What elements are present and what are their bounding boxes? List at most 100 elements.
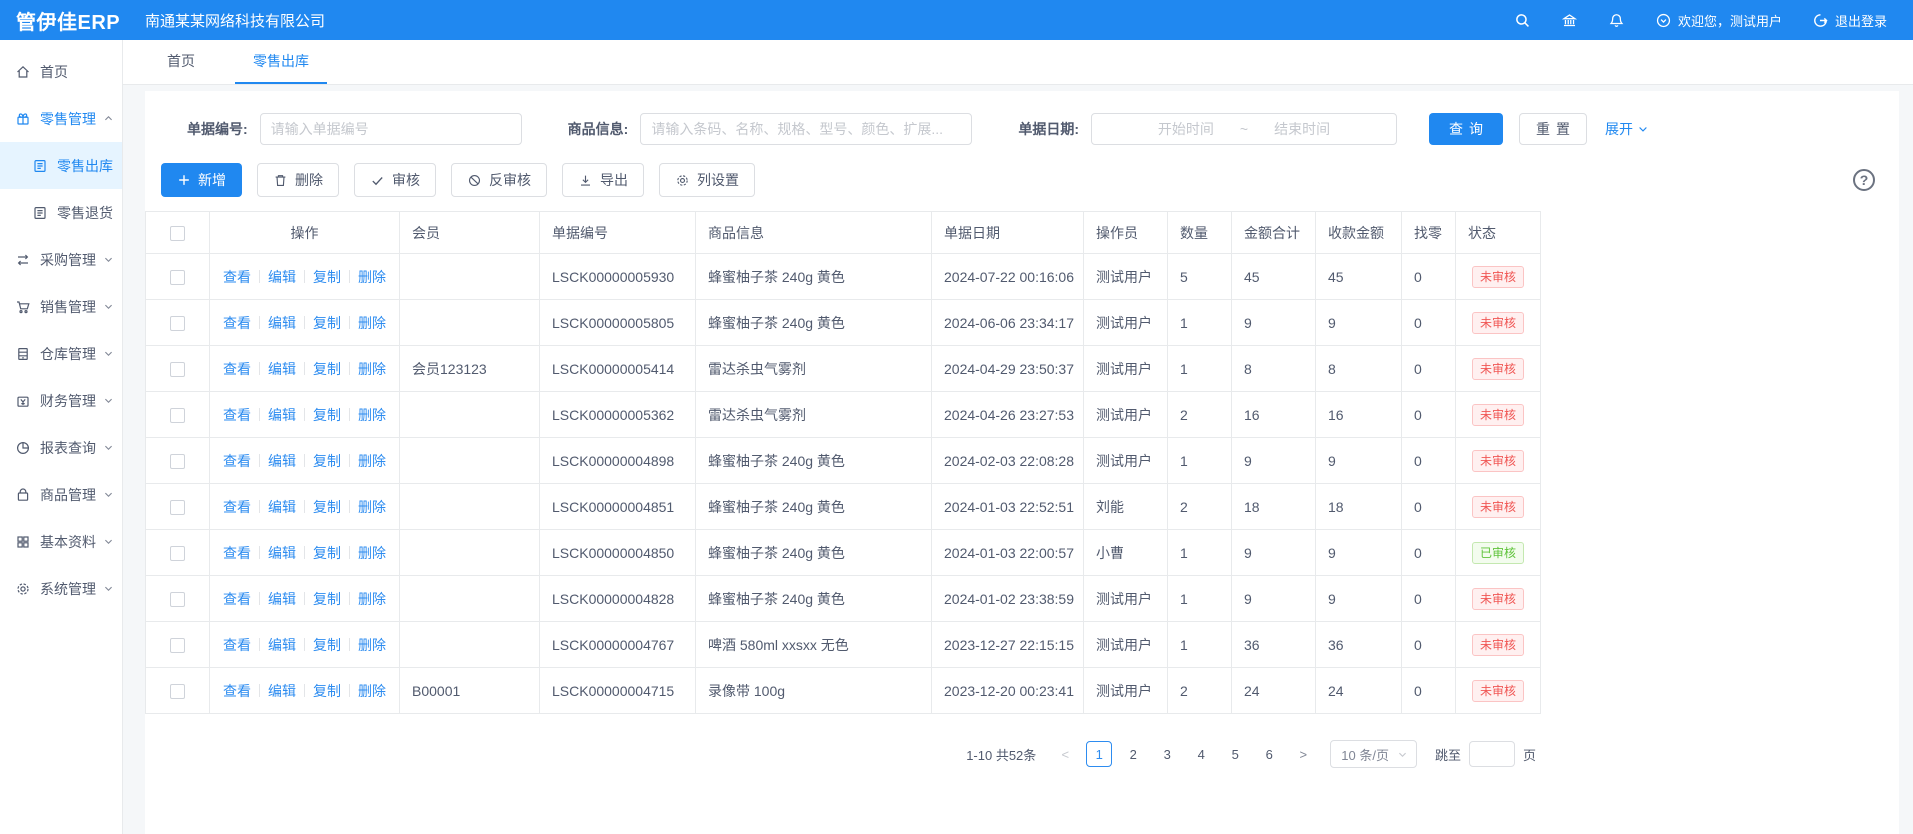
prev-page-button[interactable]: < [1052, 741, 1078, 767]
bell-icon[interactable] [1608, 12, 1625, 29]
unaudit-button[interactable]: 反审核 [451, 163, 547, 197]
delete-link[interactable]: 删除 [358, 589, 386, 609]
view-link[interactable]: 查看 [223, 681, 251, 701]
export-button[interactable]: 导出 [562, 163, 644, 197]
sidebar-item-finance-7[interactable]: 财务管理 [0, 377, 122, 424]
edit-link[interactable]: 编辑 [268, 681, 296, 701]
sidebar-item-swap-4[interactable]: 采购管理 [0, 236, 122, 283]
jump-page-input[interactable] [1469, 741, 1515, 767]
page-button-1[interactable]: 1 [1086, 741, 1112, 767]
chevron-down-icon [103, 442, 114, 453]
sidebar-item-home-0[interactable]: 首页 [0, 48, 122, 95]
swap-icon [15, 252, 31, 268]
edit-link[interactable]: 编辑 [268, 497, 296, 517]
sidebar-item-chart-8[interactable]: 报表查询 [0, 424, 122, 471]
sidebar-item-retail-1[interactable]: 零售管理 [0, 95, 122, 142]
reset-button[interactable]: 重置 [1519, 113, 1587, 145]
edit-link[interactable]: 编辑 [268, 313, 296, 333]
column-settings-button[interactable]: 列设置 [659, 163, 755, 197]
delete-link[interactable]: 删除 [358, 543, 386, 563]
row-checkbox[interactable] [170, 316, 185, 331]
bill-no-input[interactable] [260, 113, 522, 145]
view-link[interactable]: 查看 [223, 267, 251, 287]
date-cell: 2024-01-03 22:52:51 [932, 484, 1084, 530]
add-button[interactable]: 新增 [161, 163, 242, 197]
copy-link[interactable]: 复制 [313, 405, 341, 425]
search-icon[interactable] [1514, 12, 1531, 29]
row-checkbox[interactable] [170, 500, 185, 515]
page-button-5[interactable]: 5 [1222, 741, 1248, 767]
page-button-2[interactable]: 2 [1120, 741, 1146, 767]
delete-link[interactable]: 删除 [358, 681, 386, 701]
sidebar-item-cart-5[interactable]: 销售管理 [0, 283, 122, 330]
received-cell: 18 [1316, 484, 1402, 530]
view-link[interactable]: 查看 [223, 405, 251, 425]
edit-link[interactable]: 编辑 [268, 543, 296, 563]
help-icon[interactable]: ? [1853, 169, 1875, 191]
tab-0[interactable]: 首页 [149, 40, 213, 84]
sidebar-item-doc-2[interactable]: 零售出库 [0, 142, 122, 189]
row-checkbox[interactable] [170, 454, 185, 469]
row-checkbox[interactable] [170, 684, 185, 699]
view-link[interactable]: 查看 [223, 451, 251, 471]
status-badge: 未审核 [1472, 312, 1524, 334]
row-checkbox[interactable] [170, 638, 185, 653]
copy-link[interactable]: 复制 [313, 497, 341, 517]
edit-link[interactable]: 编辑 [268, 635, 296, 655]
tab-1[interactable]: 零售出库 [235, 40, 327, 84]
edit-link[interactable]: 编辑 [268, 589, 296, 609]
row-checkbox[interactable] [170, 546, 185, 561]
edit-link[interactable]: 编辑 [268, 359, 296, 379]
view-link[interactable]: 查看 [223, 313, 251, 333]
sidebar-item-warehouse-6[interactable]: 仓库管理 [0, 330, 122, 377]
view-link[interactable]: 查看 [223, 359, 251, 379]
row-checkbox[interactable] [170, 270, 185, 285]
user-welcome[interactable]: 欢迎您，测试用户 [1655, 11, 1782, 30]
copy-link[interactable]: 复制 [313, 313, 341, 333]
delete-link[interactable]: 删除 [358, 405, 386, 425]
view-link[interactable]: 查看 [223, 543, 251, 563]
delete-link[interactable]: 删除 [358, 497, 386, 517]
logout-button[interactable]: 退出登录 [1812, 11, 1887, 30]
edit-link[interactable]: 编辑 [268, 451, 296, 471]
bank-icon[interactable] [1561, 12, 1578, 29]
select-all-checkbox[interactable] [170, 226, 185, 241]
delete-link[interactable]: 删除 [358, 635, 386, 655]
page-button-4[interactable]: 4 [1188, 741, 1214, 767]
delete-link[interactable]: 删除 [358, 267, 386, 287]
copy-link[interactable]: 复制 [313, 681, 341, 701]
sidebar-item-gear-11[interactable]: 系统管理 [0, 565, 122, 612]
row-checkbox[interactable] [170, 592, 185, 607]
delete-link[interactable]: 删除 [358, 313, 386, 333]
expand-link[interactable]: 展开 [1605, 119, 1649, 139]
edit-link[interactable]: 编辑 [268, 267, 296, 287]
copy-link[interactable]: 复制 [313, 359, 341, 379]
view-link[interactable]: 查看 [223, 635, 251, 655]
delete-button[interactable]: 删除 [257, 163, 339, 197]
page-button-3[interactable]: 3 [1154, 741, 1180, 767]
copy-link[interactable]: 复制 [313, 543, 341, 563]
goods-info-input[interactable] [640, 113, 972, 145]
date-range-picker[interactable]: 开始时间 ~ 结束时间 [1091, 113, 1397, 145]
sidebar-item-goods-9[interactable]: 商品管理 [0, 471, 122, 518]
delete-link[interactable]: 删除 [358, 359, 386, 379]
member-cell: B00001 [400, 668, 540, 714]
sidebar-item-doc-3[interactable]: 零售退货 [0, 189, 122, 236]
copy-link[interactable]: 复制 [313, 451, 341, 471]
view-link[interactable]: 查看 [223, 497, 251, 517]
delete-link[interactable]: 删除 [358, 451, 386, 471]
row-checkbox[interactable] [170, 362, 185, 377]
page-button-6[interactable]: 6 [1256, 741, 1282, 767]
sidebar-item-grid-10[interactable]: 基本资料 [0, 518, 122, 565]
page-size-select[interactable]: 10 条/页 [1330, 740, 1417, 768]
edit-link[interactable]: 编辑 [268, 405, 296, 425]
next-page-button[interactable]: > [1290, 741, 1316, 767]
row-checkbox[interactable] [170, 408, 185, 423]
copy-link[interactable]: 复制 [313, 635, 341, 655]
view-link[interactable]: 查看 [223, 589, 251, 609]
copy-link[interactable]: 复制 [313, 589, 341, 609]
table-row: 查看编辑复制删除LSCK00000005805蜂蜜柚子茶 240g 黄色2024… [146, 300, 1541, 346]
search-button[interactable]: 查询 [1429, 113, 1503, 145]
audit-button[interactable]: 审核 [354, 163, 436, 197]
copy-link[interactable]: 复制 [313, 267, 341, 287]
